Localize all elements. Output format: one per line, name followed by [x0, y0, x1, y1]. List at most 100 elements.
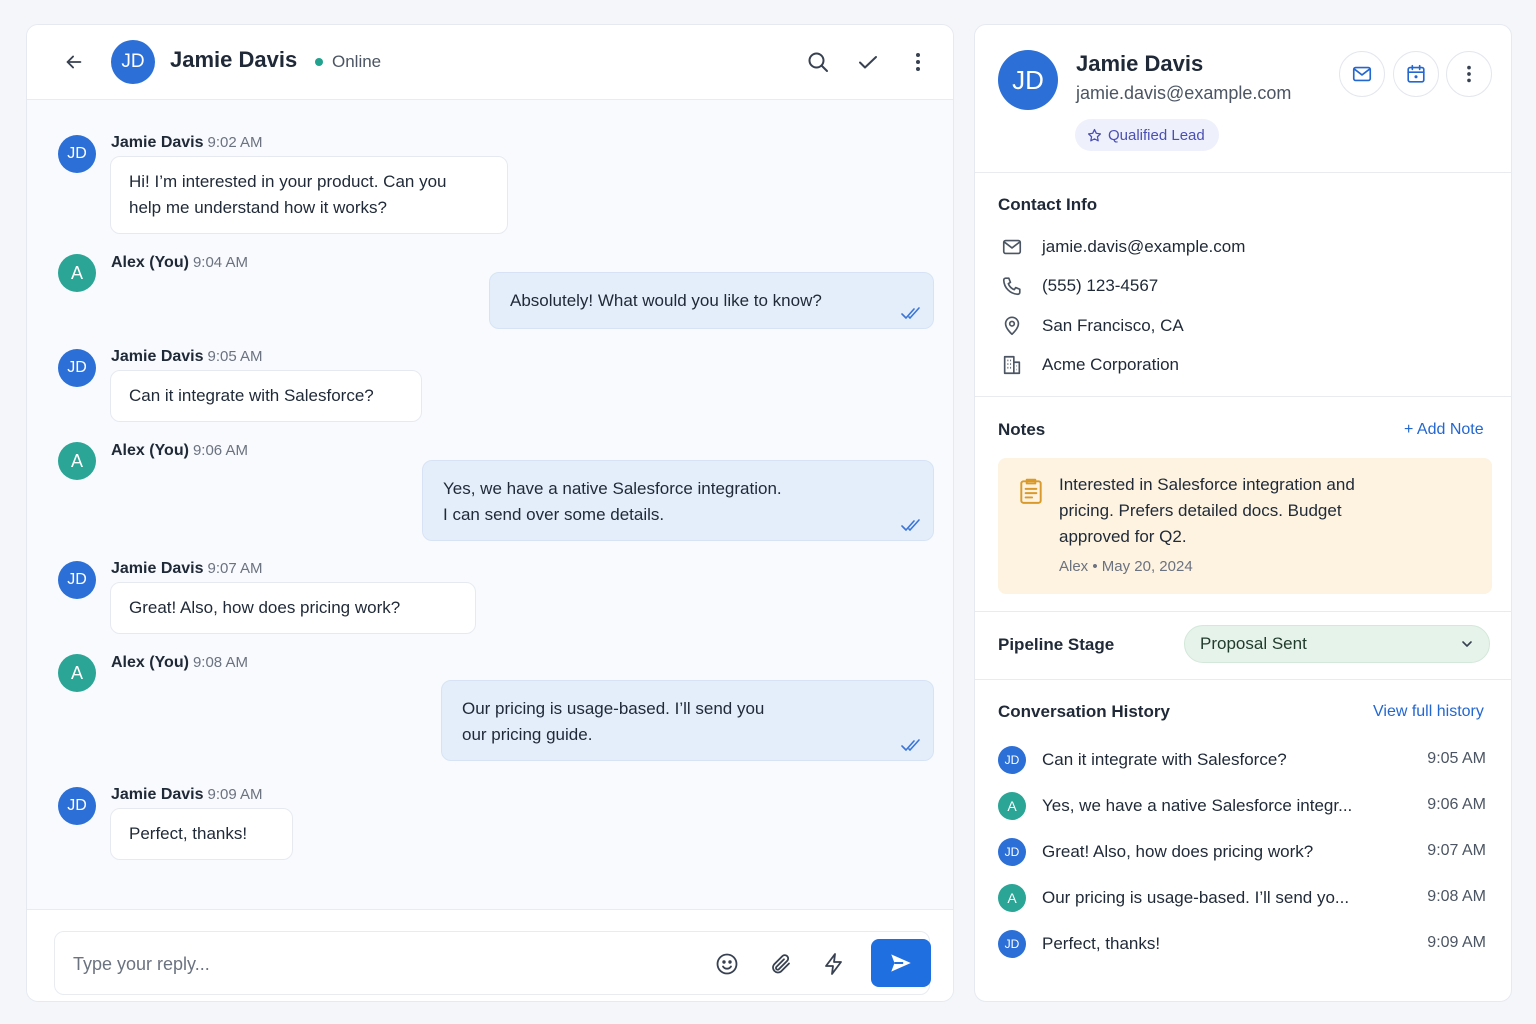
history-time: 9:06 AM [1427, 796, 1486, 813]
double-check-icon [901, 307, 920, 319]
online-status-text: Online [332, 52, 382, 71]
profile-name: Jamie Davis [1076, 51, 1204, 76]
send-button[interactable] [871, 939, 931, 987]
contact-more-button[interactable] [1446, 51, 1492, 97]
message-meta: Alex (You) 9:04 AM [111, 254, 248, 272]
message-avatar: A [58, 442, 96, 480]
check-icon [859, 56, 877, 69]
emoji-button[interactable] [713, 950, 741, 978]
sender-name: Alex (You) [111, 254, 189, 271]
divider [975, 396, 1511, 397]
notes-title: Notes [998, 420, 1046, 439]
contact-company-row: Acme Corporation [998, 351, 1179, 379]
back-button[interactable] [61, 49, 87, 75]
message-avatar: A [58, 654, 96, 692]
message-text: Hi! I’m interested in your product. Can … [129, 172, 447, 191]
message-time: 9:02 AM [207, 134, 263, 151]
history-item[interactable]: A Yes, we have a native Salesforce integ… [998, 792, 1492, 822]
contact-phone-row: (555) 123-4567 [998, 272, 1158, 300]
note-line: Interested in Salesforce integration and [1059, 475, 1355, 494]
message-text: Our pricing is usage-based. I’ll send yo… [462, 699, 765, 718]
mail-icon [1002, 239, 1022, 255]
history-avatar: JD [998, 930, 1026, 958]
message-avatar: JD [58, 135, 96, 173]
contact-avatar: JD [111, 40, 155, 84]
add-note-button[interactable]: + Add Note [1404, 421, 1484, 439]
reply-input[interactable] [73, 946, 673, 982]
star-icon [1087, 128, 1102, 141]
message-text: I can send over some details. [443, 505, 665, 524]
chat-panel: JD Jamie Davis Online JD Jamie Davis 9:02… [26, 24, 954, 1002]
smile-icon [716, 953, 738, 975]
message-text: Absolutely! What would you like to know? [510, 291, 822, 310]
contact-phone[interactable]: (555) 123-4567 [1042, 276, 1158, 296]
pipeline-stage-select[interactable]: Proposal Sent [1184, 625, 1490, 663]
paperclip-icon [772, 954, 790, 974]
search-button[interactable] [803, 47, 833, 77]
incoming-message: Can it integrate with Salesforce? [110, 370, 422, 422]
history-time: 9:07 AM [1427, 842, 1486, 859]
chevron-down-icon [1462, 641, 1472, 647]
pipeline-stage-title: Pipeline Stage [998, 635, 1115, 654]
message-meta: Alex (You) 9:08 AM [111, 654, 248, 672]
message-time: 9:04 AM [192, 254, 248, 271]
sender-name: Jamie Davis [111, 134, 204, 151]
note-meta: Alex • May 20, 2024 [1059, 558, 1193, 575]
reply-composer [54, 931, 930, 995]
contact-email-row: jamie.davis@example.com [998, 233, 1245, 261]
message-meta: Jamie Davis 9:07 AM [111, 560, 263, 578]
message-text: help me understand how it works? [129, 198, 387, 217]
message-time: 9:09 AM [207, 786, 263, 803]
contact-email[interactable]: jamie.davis@example.com [1042, 237, 1245, 257]
history-avatar: A [998, 884, 1026, 912]
message-time: 9:08 AM [192, 654, 248, 671]
quick-reply-button[interactable] [820, 950, 848, 978]
message-text: Can it integrate with Salesforce? [129, 386, 374, 405]
outgoing-message: Our pricing is usage-based. I’ll send yo… [441, 680, 934, 761]
contact-location-row: San Francisco, CA [998, 312, 1184, 340]
history-time: 9:05 AM [1427, 750, 1486, 767]
history-avatar: JD [998, 746, 1026, 774]
note-line: pricing. Prefers detailed docs. Budget [1059, 501, 1342, 520]
incoming-message: Great! Also, how does pricing work? [110, 582, 476, 634]
phone-icon [1002, 277, 1021, 296]
message-meta: Alex (You) 9:06 AM [111, 442, 248, 460]
contact-details-panel: JD Jamie Davis jamie.davis@example.com Q… [974, 24, 1512, 1002]
contact-company: Acme Corporation [1042, 355, 1180, 374]
map-pin-icon [1004, 316, 1020, 336]
arrow-left-icon [66, 55, 82, 69]
online-status-dot [315, 58, 323, 66]
message-time: 9:05 AM [207, 348, 263, 365]
profile-email: jamie.davis@example.com [1076, 83, 1292, 103]
building-icon [1003, 355, 1021, 375]
history-text: Yes, we have a native Salesforce integr.… [1042, 796, 1353, 815]
history-item[interactable]: JD Perfect, thanks! 9:09 AM [998, 930, 1492, 960]
note-text: Interested in Salesforce integration and… [1059, 472, 1459, 550]
history-item[interactable]: JD Great! Also, how does pricing work? 9… [998, 838, 1492, 868]
contact-location: San Francisco, CA [1042, 316, 1184, 335]
incoming-message: Hi! I’m interested in your product. Can … [110, 156, 508, 234]
message-text: Great! Also, how does pricing work? [129, 598, 401, 617]
message-avatar: JD [58, 561, 96, 599]
outgoing-message: Absolutely! What would you like to know? [489, 272, 934, 329]
note-line: approved for Q2. [1059, 527, 1187, 546]
attach-button[interactable] [767, 950, 795, 978]
message-avatar: A [58, 254, 96, 292]
message-time: 9:06 AM [192, 442, 248, 459]
history-avatar: JD [998, 838, 1026, 866]
message-time: 9:07 AM [207, 560, 263, 577]
message-meta: Jamie Davis 9:09 AM [111, 786, 263, 804]
incoming-message: Perfect, thanks! [110, 808, 293, 860]
pipeline-stage-value: Proposal Sent [1200, 634, 1307, 653]
history-item[interactable]: A Our pricing is usage-based. I’ll send … [998, 884, 1492, 914]
view-full-history-link[interactable]: View full history [1373, 703, 1484, 721]
double-check-icon [901, 739, 920, 751]
history-text: Great! Also, how does pricing work? [1042, 842, 1314, 861]
resolve-button[interactable] [853, 47, 883, 77]
email-contact-button[interactable] [1339, 51, 1385, 97]
history-item[interactable]: JD Can it integrate with Salesforce? 9:0… [998, 746, 1492, 776]
mail-icon [1352, 66, 1372, 82]
more-options-button[interactable] [903, 47, 933, 77]
schedule-button[interactable] [1393, 51, 1439, 97]
sender-name: Jamie Davis [111, 560, 204, 577]
